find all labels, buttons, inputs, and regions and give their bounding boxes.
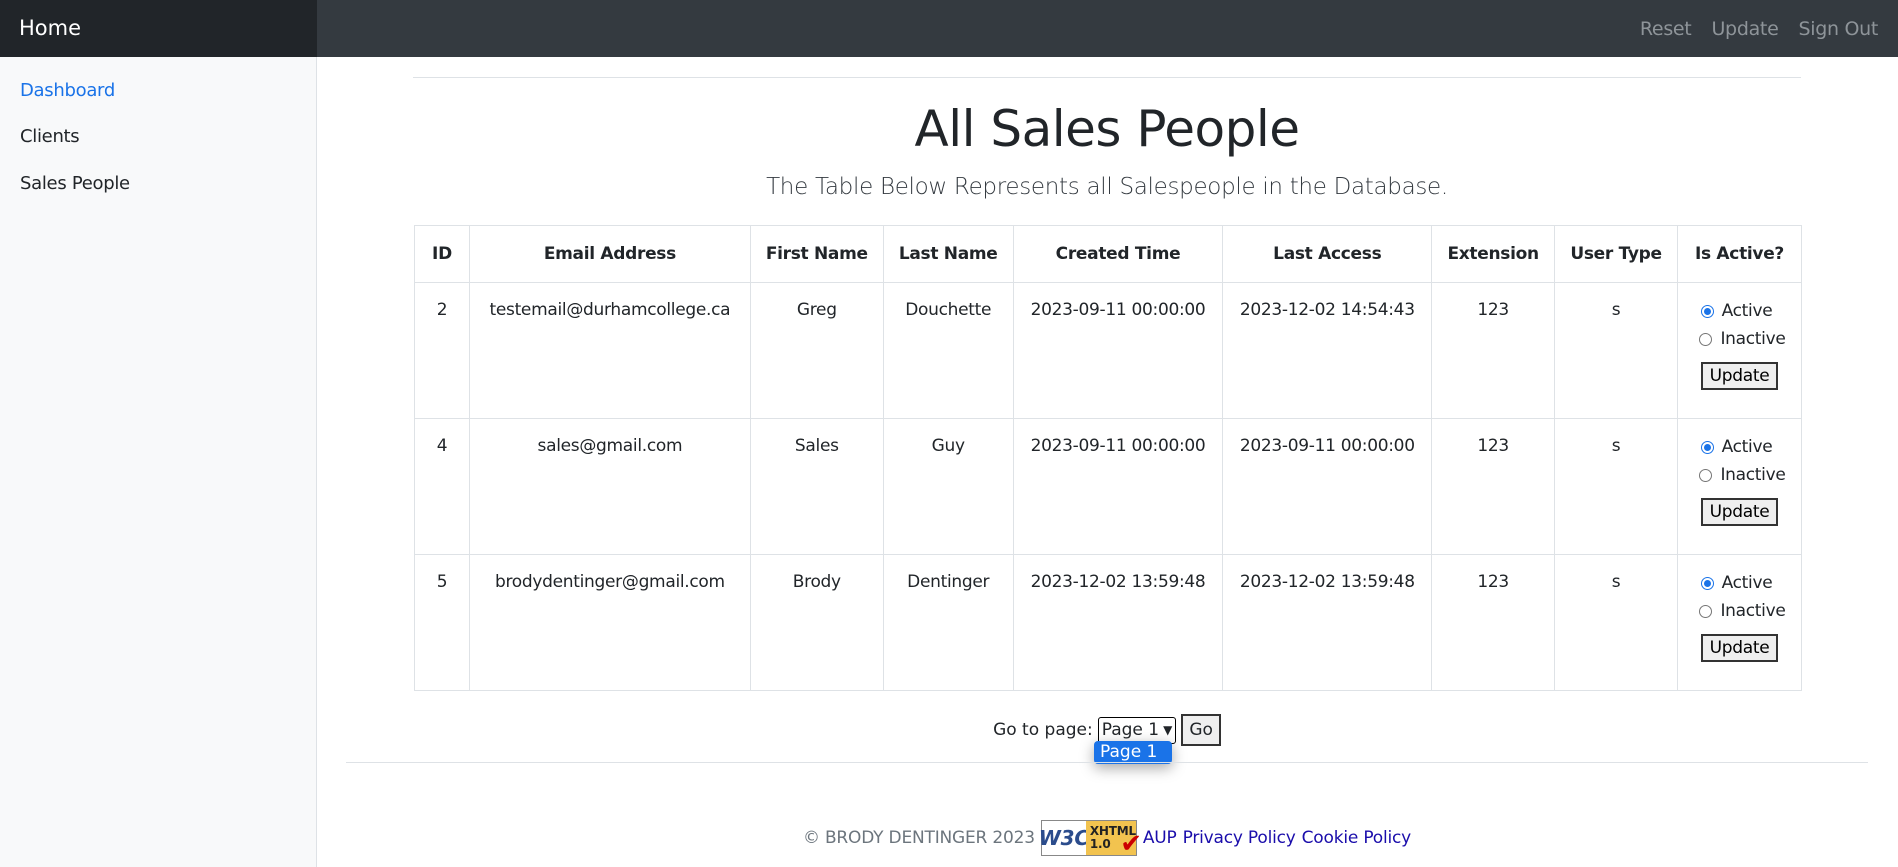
header-user-type: User Type — [1554, 225, 1678, 283]
update-link[interactable]: Update — [1711, 18, 1778, 40]
sidebar-item-sales-people[interactable]: Sales People — [20, 173, 130, 194]
cell-created-time: 2023-09-11 00:00:00 — [1012, 282, 1224, 419]
active-option: Active — [1672, 569, 1801, 597]
header-created-time: Created Time — [1012, 225, 1224, 283]
sales-people-table: ID Email Address First Name Last Name Cr… — [414, 225, 1803, 691]
sign-out-link[interactable]: Sign Out — [1798, 18, 1878, 40]
go-button[interactable]: Go — [1181, 714, 1221, 746]
cell-last-name: Dentinger — [882, 554, 1014, 691]
privacy-policy-link[interactable]: Privacy Policy — [1183, 828, 1296, 848]
header-last-name: Last Name — [882, 225, 1014, 283]
active-label: Active — [1721, 573, 1773, 593]
inactive-radio[interactable] — [1699, 332, 1713, 346]
sidebar-item-dashboard[interactable]: Dashboard — [20, 80, 115, 101]
cell-last-name: Douchette — [882, 282, 1014, 419]
w3c-xhtml-badge-icon[interactable]: W3C XHTML 1.0 ✔ — [1039, 820, 1142, 857]
page-select-option[interactable]: Page 1 — [1094, 741, 1172, 764]
go-to-page-label: Go to page: — [993, 720, 1093, 740]
inactive-label: Inactive — [1720, 329, 1786, 349]
active-radio[interactable] — [1700, 304, 1714, 318]
cell-created-time: 2023-12-02 13:59:48 — [1012, 554, 1224, 691]
sidebar: Dashboard Clients Sales People — [0, 57, 317, 867]
divider — [413, 77, 1801, 78]
inactive-label: Inactive — [1720, 601, 1786, 621]
reset-link[interactable]: Reset — [1640, 18, 1692, 40]
active-label: Active — [1721, 301, 1773, 321]
aup-link[interactable]: AUP — [1143, 828, 1177, 848]
cell-extension: 123 — [1431, 418, 1556, 555]
active-option: Active — [1672, 433, 1801, 461]
copyright-text: © BRODY DENTINGER 2023 — [802, 828, 1035, 848]
divider — [346, 762, 1868, 763]
cell-first-name: Greg — [749, 282, 884, 419]
cell-id: 2 — [414, 282, 470, 419]
cell-is-active: Active Inactive Update — [1676, 554, 1803, 691]
header-last-access: Last Access — [1222, 225, 1433, 283]
table-row: 2 testemail@durhamcollege.ca Greg Douche… — [414, 282, 1803, 419]
inactive-label: Inactive — [1720, 465, 1786, 485]
cell-is-active: Active Inactive Update — [1676, 418, 1803, 555]
cell-last-access: 2023-09-11 00:00:00 — [1222, 418, 1433, 555]
chevron-down-icon: ▼ — [1163, 723, 1173, 737]
header-extension: Extension — [1431, 225, 1556, 283]
header-email: Email Address — [468, 225, 751, 283]
update-button[interactable]: Update — [1700, 634, 1779, 662]
table-header-row: ID Email Address First Name Last Name Cr… — [414, 225, 1803, 283]
cell-id: 4 — [414, 418, 470, 555]
active-radio[interactable] — [1700, 440, 1714, 454]
cell-first-name: Sales — [749, 418, 884, 555]
active-label: Active — [1721, 437, 1773, 457]
cell-extension: 123 — [1431, 282, 1556, 419]
top-navbar: Home Reset Update Sign Out — [0, 0, 1898, 57]
cell-created-time: 2023-09-11 00:00:00 — [1012, 418, 1224, 555]
home-link[interactable]: Home — [0, 0, 317, 57]
cell-email: sales@gmail.com — [468, 418, 751, 555]
cell-last-name: Guy — [882, 418, 1014, 555]
inactive-option: Inactive — [1684, 597, 1801, 625]
cell-email: brodydentinger@gmail.com — [468, 554, 751, 691]
header-is-active: Is Active? — [1676, 225, 1803, 283]
w3c-logo: W3C — [1039, 821, 1089, 855]
cell-id: 5 — [414, 554, 470, 691]
cell-user-type: s — [1554, 418, 1678, 555]
inactive-radio[interactable] — [1699, 468, 1713, 482]
table-row: 4 sales@gmail.com Sales Guy 2023-09-11 0… — [414, 418, 1803, 555]
cell-email: testemail@durhamcollege.ca — [468, 282, 751, 419]
cell-extension: 123 — [1431, 554, 1556, 691]
cell-first-name: Brody — [749, 554, 884, 691]
update-button[interactable]: Update — [1700, 362, 1779, 390]
page-select[interactable]: Page 1 ▼ — [1097, 716, 1177, 744]
footer: © BRODY DENTINGER 2023 W3C XHTML 1.0 ✔ A… — [413, 820, 1801, 857]
cell-last-access: 2023-12-02 14:54:43 — [1222, 282, 1433, 419]
cookie-policy-link[interactable]: Cookie Policy — [1302, 828, 1412, 848]
cell-user-type: s — [1554, 554, 1678, 691]
xhtml-label: XHTML 1.0 ✔ — [1085, 821, 1142, 857]
cell-user-type: s — [1554, 282, 1678, 419]
main-content: All Sales People The Table Below Represe… — [318, 57, 1898, 867]
sidebar-item-clients[interactable]: Clients — [20, 126, 80, 147]
page-select-value: Page 1 — [1101, 720, 1160, 740]
active-radio[interactable] — [1700, 576, 1714, 590]
inactive-option: Inactive — [1684, 325, 1801, 353]
active-option: Active — [1672, 297, 1801, 325]
cell-is-active: Active Inactive Update — [1676, 282, 1803, 419]
cell-last-access: 2023-12-02 13:59:48 — [1222, 554, 1433, 691]
update-button[interactable]: Update — [1700, 498, 1779, 526]
page-title: All Sales People — [914, 100, 1300, 158]
top-nav-links: Reset Update Sign Out — [1640, 0, 1898, 57]
header-id: ID — [414, 225, 470, 283]
page-subtitle: The Table Below Represents all Salespeop… — [766, 174, 1448, 200]
table-row: 5 brodydentinger@gmail.com Brody Denting… — [414, 554, 1803, 691]
checkmark-icon: ✔ — [1120, 829, 1142, 859]
inactive-radio[interactable] — [1699, 604, 1713, 618]
header-first-name: First Name — [749, 225, 884, 283]
inactive-option: Inactive — [1684, 461, 1801, 489]
